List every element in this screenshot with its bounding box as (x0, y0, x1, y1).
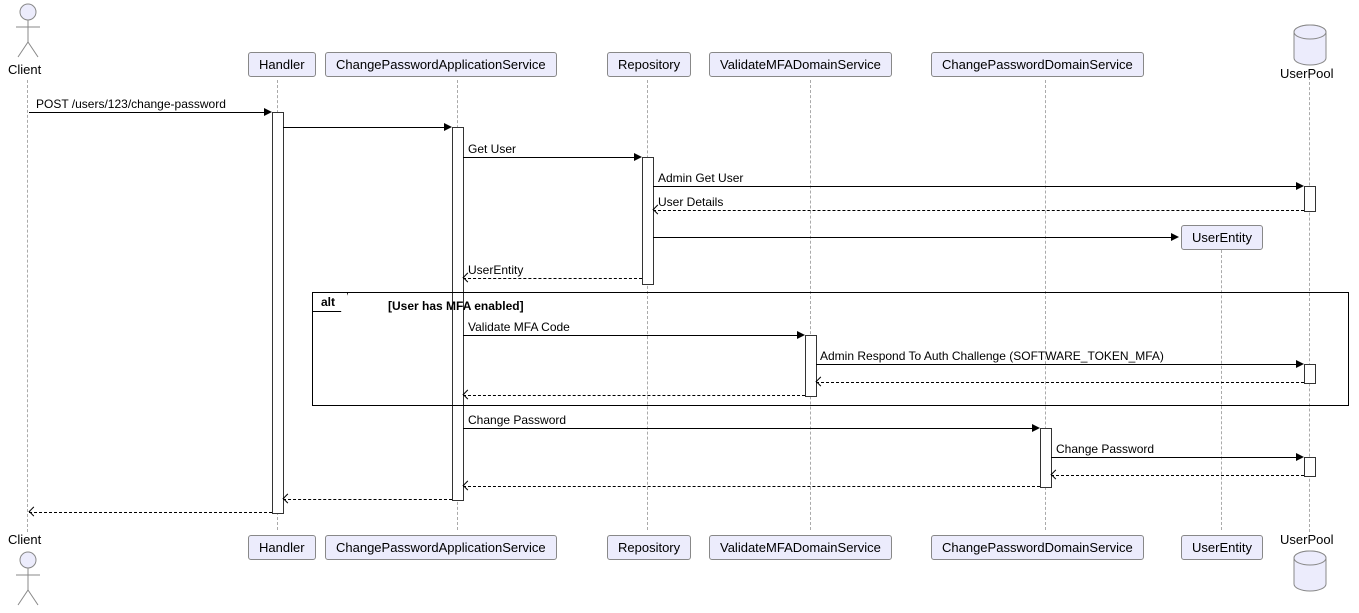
arrowhead-handler-app (444, 123, 452, 131)
msg-get-user: Get User (468, 142, 516, 156)
arrowhead-m1 (264, 108, 272, 116)
actor-icon-bottom (13, 550, 43, 610)
arrowhead-admin-respond (1296, 360, 1304, 368)
arrow-return-handler-client (29, 512, 272, 513)
lifeline-client (27, 80, 28, 532)
database-icon-bottom (1292, 550, 1328, 594)
arrowhead-change-pwd-2 (1296, 453, 1304, 461)
msg-user-details: User Details (658, 195, 723, 209)
arrow-m1 (29, 112, 266, 113)
msg-change-pwd-1: Change Password (468, 413, 566, 427)
arrowhead-create-entity (1171, 233, 1179, 241)
arrow-return-pool-domain (1051, 475, 1304, 476)
msg-post: POST /users/123/change-password (36, 97, 226, 111)
msg-return-entity: UserEntity (468, 263, 523, 277)
participant-handler-top: Handler (248, 52, 316, 77)
participant-validate-mfa-top: ValidateMFADomainService (709, 52, 892, 77)
activation-repository (642, 157, 654, 285)
msg-admin-get-user: Admin Get User (658, 171, 743, 185)
participant-app-service-top: ChangePasswordApplicationService (325, 52, 557, 77)
participant-repository-bottom: Repository (607, 535, 691, 560)
activation-change-pwd (1040, 428, 1052, 488)
msg-admin-respond: Admin Respond To Auth Challenge (SOFTWAR… (820, 349, 1164, 363)
participant-repository-top: Repository (607, 52, 691, 77)
activation-handler (272, 112, 284, 514)
alt-condition: [User has MFA enabled] (388, 299, 524, 313)
arrow-return-mfa-pool (816, 382, 1304, 383)
arrowhead-return-handler-client (29, 507, 39, 517)
participant-user-entity-bottom: UserEntity (1181, 535, 1263, 560)
arrowhead-return-pool-domain (1051, 470, 1061, 480)
arrow-return-entity (463, 278, 642, 279)
arrow-return-app-handler (283, 499, 452, 500)
msg-change-pwd-2: Change Password (1056, 442, 1154, 456)
userpool-label-bottom: UserPool (1280, 532, 1333, 547)
arrow-admin-respond (816, 364, 1298, 365)
arrowhead-return-domain-app (463, 481, 473, 491)
participant-change-pwd-domain-top: ChangePasswordDomainService (931, 52, 1144, 77)
arrow-change-pwd-2 (1051, 457, 1298, 458)
actor-label-top: Client (8, 62, 41, 77)
arrow-get-user (463, 157, 636, 158)
arrowhead-admin-get-user (1296, 182, 1304, 190)
participant-app-service-bottom: ChangePasswordApplicationService (325, 535, 557, 560)
arrow-validate-mfa (463, 335, 799, 336)
msg-validate-mfa: Validate MFA Code (468, 320, 570, 334)
actor-label-bottom: Client (8, 532, 41, 547)
arrow-handler-app (283, 127, 446, 128)
activation-userpool-3 (1304, 457, 1316, 477)
userpool-label-top: UserPool (1280, 66, 1333, 81)
arrow-create-entity (653, 237, 1173, 238)
arrow-return-domain-app (463, 486, 1040, 487)
arrowhead-change-pwd-1 (1032, 424, 1040, 432)
arrow-change-pwd-1 (463, 428, 1034, 429)
participant-handler-bottom: Handler (248, 535, 316, 560)
arrowhead-validate-mfa (797, 331, 805, 339)
participant-change-pwd-domain-bottom: ChangePasswordDomainService (931, 535, 1144, 560)
arrowhead-get-user (634, 153, 642, 161)
database-icon (1292, 24, 1328, 68)
arrow-user-details (653, 210, 1304, 211)
arrow-return-mfa-app (463, 395, 805, 396)
arrowhead-return-app-handler (283, 494, 293, 504)
arrow-admin-get-user (653, 186, 1298, 187)
participant-validate-mfa-bottom: ValidateMFADomainService (709, 535, 892, 560)
participant-user-entity-created: UserEntity (1181, 225, 1263, 250)
activation-userpool-1 (1304, 186, 1316, 212)
actor-icon (13, 2, 43, 62)
